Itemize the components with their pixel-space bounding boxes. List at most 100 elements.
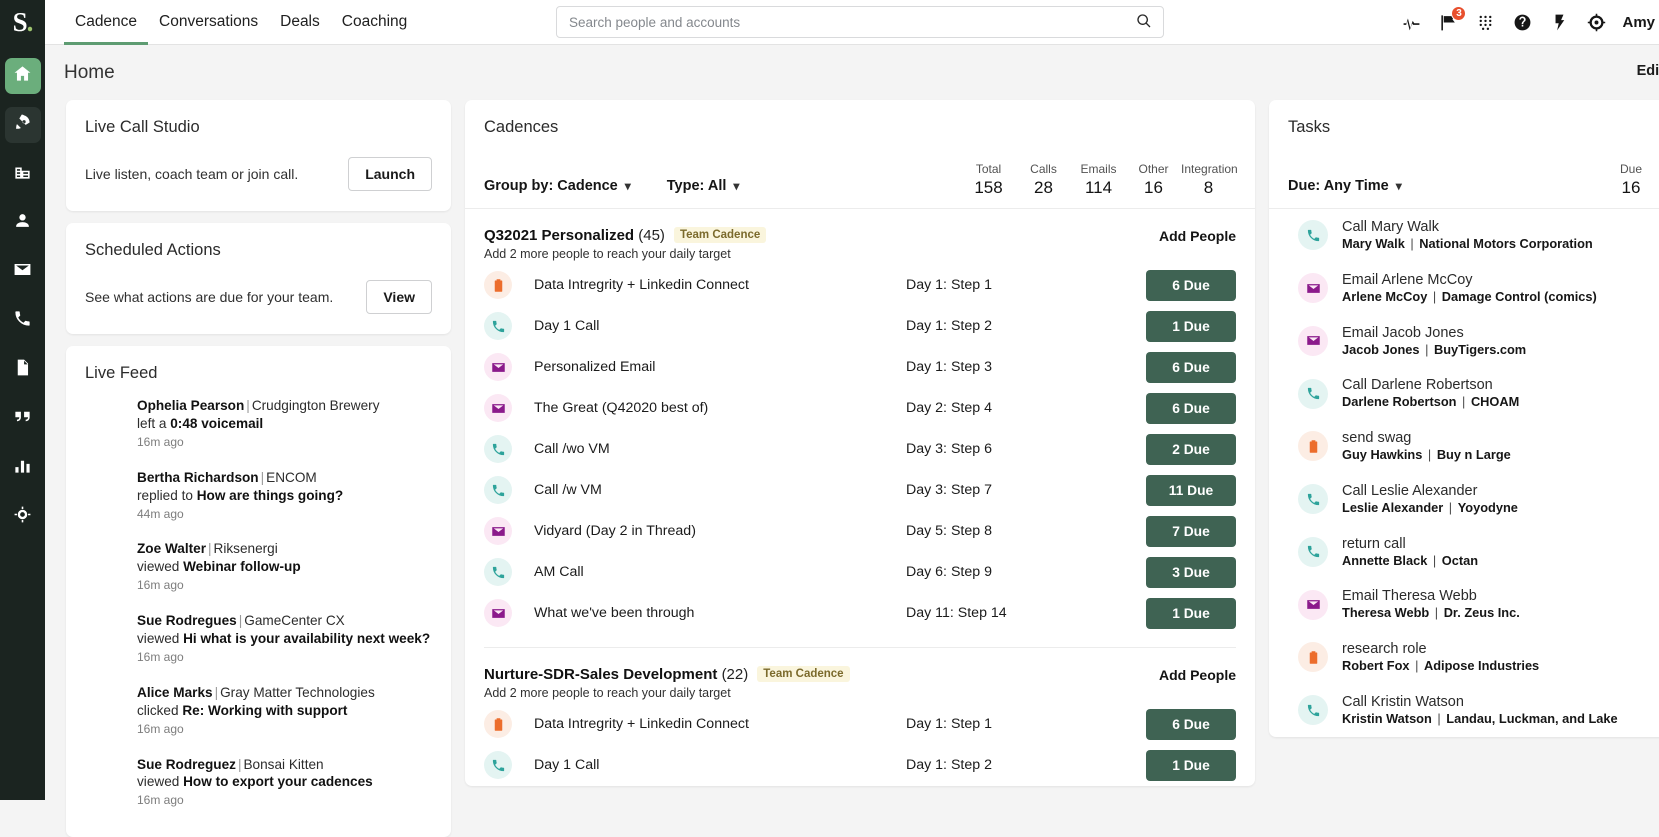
group-by-dropdown[interactable]: Group by: Cadence ▾: [484, 178, 631, 194]
rail-item-rocket[interactable]: [4, 107, 41, 143]
lightning-bolt-icon[interactable]: [1548, 11, 1571, 34]
step-due-button[interactable]: 1 Due: [1146, 310, 1236, 342]
rail-item-calls[interactable]: [5, 303, 41, 339]
add-people-button[interactable]: Add People: [1159, 227, 1236, 244]
task-subtitle: Robert Fox | Adipose Industries: [1342, 658, 1540, 674]
left-column: Live Call Studio Live listen, coach team…: [66, 100, 451, 837]
task-row[interactable]: Email Jacob Jones Jacob Jones | BuyTigers…: [1269, 315, 1659, 368]
rail-item-targets[interactable]: [5, 499, 41, 535]
step-day-label: Day 2: Step 4: [906, 400, 992, 416]
add-people-button[interactable]: Add People: [1159, 666, 1236, 683]
cadence-step-row[interactable]: Day 1 Call Day 1: Step 2 1 Due: [484, 745, 1236, 785]
task-row[interactable]: Email Theresa Webb Theresa Webb | Dr. Zeu…: [1269, 578, 1659, 631]
cadence-step-row[interactable]: The Great (Q42020 best of) Day 2: Step 4 6…: [484, 388, 1236, 428]
cadence-step-row[interactable]: AM Call Day 6: Step 9 3 Due: [484, 552, 1236, 592]
task-row[interactable]: Call Darlene Robertson Darlene Robertson …: [1269, 367, 1659, 420]
cadence-name[interactable]: Q32021 Personalized (45) Team Cadence: [484, 227, 767, 244]
activity-pulse-icon[interactable]: [1400, 11, 1423, 34]
task-row[interactable]: Call Mary Walk Mary Walk | National Motor…: [1269, 209, 1659, 262]
step-due-button[interactable]: 3 Due: [1146, 556, 1236, 588]
task-textblock: Call Mary Walk Mary Walk | National Motor…: [1342, 218, 1593, 253]
cadences-header: Cadences: [465, 100, 1255, 137]
live-feed-item[interactable]: Ophelia Pearson | Crudgington Brewery left …: [137, 397, 432, 451]
rail-item-accounts[interactable]: [5, 156, 41, 192]
task-row[interactable]: send swag Guy Hawkins | Buy n Large: [1269, 420, 1659, 473]
step-due-button[interactable]: 1 Due: [1146, 749, 1236, 781]
cadence-step-row[interactable]: Day 1 Call Day 1: Step 2 1 Due: [484, 306, 1236, 346]
target-crosshair-icon[interactable]: [1585, 11, 1608, 34]
task-subtitle: Darlene Robertson | CHOAM: [1342, 394, 1520, 410]
rail-item-templates[interactable]: [5, 352, 41, 388]
step-due-button[interactable]: 6 Due: [1146, 351, 1236, 383]
tab-cadence[interactable]: Cadence: [64, 0, 149, 45]
task-textblock: send swag Guy Hawkins | Buy n Large: [1342, 429, 1511, 464]
feed-action-object: How are things going?: [196, 487, 344, 503]
due-filter-dropdown[interactable]: Due: Any Time ▾: [1288, 178, 1402, 194]
phone-icon: [1298, 536, 1328, 567]
user-name-label[interactable]: Amy: [1622, 14, 1655, 31]
launch-button[interactable]: Launch: [348, 157, 432, 191]
feed-person-name: Sue Rodreguez: [137, 756, 236, 772]
rail-item-email[interactable]: [5, 254, 41, 290]
grid-dots-icon[interactable]: [1474, 11, 1497, 34]
step-due-button[interactable]: 2 Due: [1146, 433, 1236, 465]
task-row[interactable]: research role Robert Fox | Adipose Indust…: [1269, 631, 1659, 684]
task-row[interactable]: Call Kristin Watson Kristin Watson | Land…: [1269, 684, 1659, 737]
live-feed-item[interactable]: Alice Marks | Gray Matter Technologies clic…: [137, 684, 432, 738]
cadence-step-row[interactable]: Data Intregrity + Linkedin Connect Day 1:…: [484, 265, 1236, 305]
task-row[interactable]: Call Leslie Alexander Leslie Alexander | …: [1269, 473, 1659, 526]
edit-button[interactable]: Edit: [1637, 63, 1659, 79]
rail-item-quotes[interactable]: [5, 401, 41, 437]
live-feed-item[interactable]: Bertha Richardson | ENCOM replied to How ar…: [137, 469, 432, 523]
chat-flag-icon[interactable]: 3: [1437, 6, 1467, 34]
live-feed-item[interactable]: Sue Rodregues | GameCenter CX viewed Hi wha…: [137, 612, 432, 666]
live-feed-title: Live Feed: [85, 364, 158, 382]
chevron-down-icon: ▾: [624, 179, 631, 193]
cadence-step-row[interactable]: Call /w VM Day 3: Step 7 11 Due: [484, 470, 1236, 510]
live-feed-item[interactable]: Zoe Walter | Riksenergi viewed Webinar foll…: [137, 540, 432, 594]
cadence-count: (22): [721, 666, 749, 683]
task-title: Call Darlene Robertson: [1342, 377, 1493, 394]
feed-person-name: Sue Rodregues: [137, 613, 237, 629]
cadence-count: (45): [638, 227, 665, 244]
tab-conversations[interactable]: Conversations: [148, 0, 269, 45]
tab-deals[interactable]: Deals: [269, 0, 331, 45]
phone-icon: [13, 309, 32, 333]
feed-separator: |: [246, 398, 250, 413]
view-button[interactable]: View: [366, 280, 432, 314]
feed-separator: |: [207, 541, 212, 557]
step-due-button[interactable]: 6 Due: [1146, 269, 1236, 301]
feed-action-line: replied to How are things going?: [137, 487, 344, 503]
cadence-step-row[interactable]: What we've been through Day 11: Step 14 1 …: [484, 593, 1236, 633]
rail-item-people[interactable]: [5, 205, 41, 241]
rail-item-analytics[interactable]: [5, 450, 41, 486]
rail-item-home[interactable]: [4, 58, 41, 94]
phone-icon: [484, 558, 512, 586]
cadence-step-row[interactable]: Personalized Email Day 1: Step 3 6 Due: [484, 347, 1236, 387]
step-due-button[interactable]: 1 Due: [1146, 597, 1236, 629]
live-feed-item[interactable]: Sue Rodreguez | Bonsai Kitten viewed How to…: [137, 756, 432, 810]
task-row[interactable]: Email Arlene McCoy Arlene McCoy | Damage …: [1269, 262, 1659, 315]
task-row[interactable]: return call Annette Black | Octan: [1269, 526, 1659, 579]
cadence-step-row[interactable]: Data Intregrity + Linkedin Connect Day 1:…: [484, 704, 1236, 744]
search-input[interactable]: [556, 6, 1164, 38]
cadence-step-row[interactable]: Vidyard (Day 2 in Thread) Day 5: Step 8 7 …: [484, 511, 1236, 551]
app-logo[interactable]: S.: [0, 0, 45, 45]
type-filter-dropdown[interactable]: Type: All ▾: [667, 178, 740, 194]
step-due-button[interactable]: 6 Due: [1146, 708, 1236, 740]
task-subtitle: Arlene McCoy | Damage Control (comics): [1342, 288, 1597, 304]
tasks-controls: Due: Any Time ▾ Due 16: [1269, 155, 1659, 209]
metric-label: Other: [1138, 162, 1169, 176]
cadence-name[interactable]: Nurture-SDR-Sales Development (22) Team C…: [484, 666, 850, 683]
document-icon: [13, 358, 32, 382]
step-due-button[interactable]: 7 Due: [1146, 515, 1236, 547]
feed-person-name: Zoe Walter: [137, 541, 206, 557]
cadence-step-row[interactable]: Call /wo VM Day 3: Step 6 2 Due: [484, 429, 1236, 469]
help-circle-icon[interactable]: [1511, 11, 1534, 34]
step-due-button[interactable]: 6 Due: [1146, 392, 1236, 424]
tab-coaching[interactable]: Coaching: [331, 0, 419, 45]
step-due-button[interactable]: 11 Due: [1146, 474, 1236, 506]
search-icon[interactable]: [1136, 13, 1154, 31]
cadence-subtitle: Add 2 more people to reach your daily ta…: [484, 247, 731, 261]
bar-chart-icon: [13, 456, 32, 480]
